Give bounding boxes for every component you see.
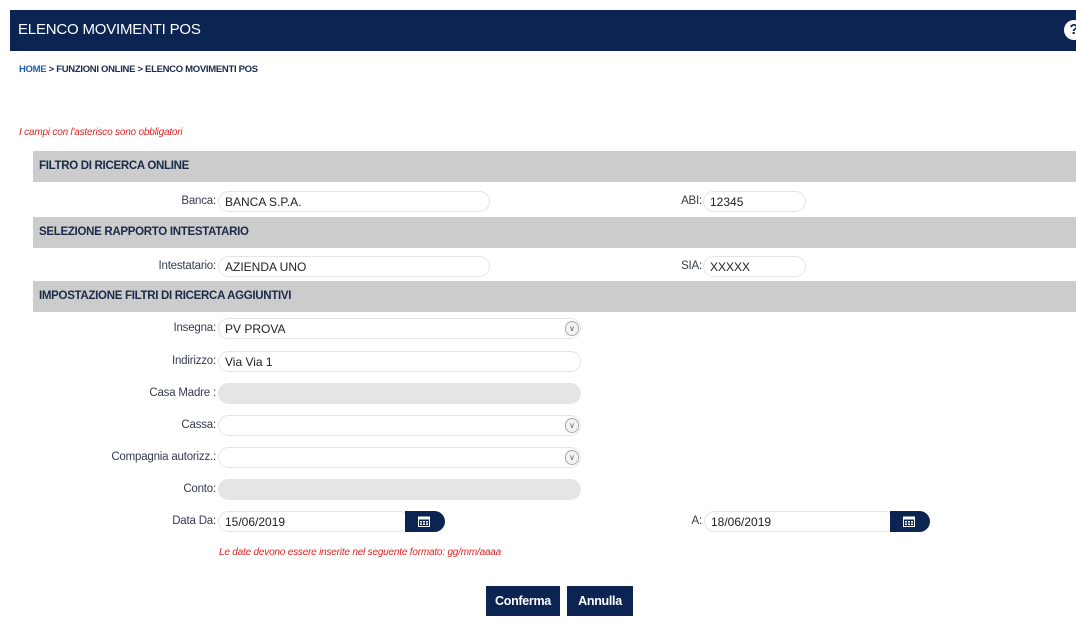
- section-title: IMPOSTAZIONE FILTRI DI RICERCA AGGIUNTIV…: [39, 290, 292, 302]
- compagnia-select[interactable]: ∨: [218, 447, 581, 468]
- conferma-button[interactable]: Conferma: [486, 586, 560, 616]
- cassa-select[interactable]: ∨: [218, 415, 581, 436]
- calendar-icon: [418, 516, 430, 527]
- compagnia-label: Compagnia autorizz.:: [111, 451, 216, 463]
- banca-label: Banca:: [181, 195, 216, 207]
- date-format-note: Le date devono essere inserite nel segue…: [219, 547, 502, 558]
- data-a-calendar-button[interactable]: [890, 511, 930, 532]
- cassa-label: Cassa:: [181, 419, 216, 431]
- abi-label: ABI:: [681, 195, 702, 207]
- sia-field[interactable]: XXXXX: [703, 256, 806, 277]
- help-icon[interactable]: ?: [1064, 20, 1076, 40]
- breadcrumb-path: > FUNZIONI ONLINE > ELENCO MOVIMENTI POS: [46, 64, 258, 75]
- section-filtri-aggiuntivi: IMPOSTAZIONE FILTRI DI RICERCA AGGIUNTIV…: [33, 281, 1076, 312]
- banca-field[interactable]: BANCA S.P.A.: [218, 191, 490, 212]
- section-title: SELEZIONE RAPPORTO INTESTATARIO: [39, 226, 249, 238]
- sia-label: SIA:: [681, 260, 702, 272]
- annulla-button[interactable]: Annulla: [567, 586, 633, 616]
- insegna-label: Insegna:: [173, 322, 216, 334]
- casa-madre-field: [218, 383, 581, 404]
- insegna-value: PV PROVA: [225, 322, 286, 336]
- data-a-label: A:: [691, 515, 703, 527]
- intestatario-field[interactable]: AZIENDA UNO: [218, 256, 490, 277]
- chevron-down-icon[interactable]: ∨: [565, 418, 579, 433]
- conto-field: [218, 479, 581, 500]
- data-da-calendar-button[interactable]: [405, 511, 445, 532]
- calendar-icon: [903, 516, 915, 527]
- data-da-field[interactable]: 15/06/2019: [218, 511, 410, 532]
- chevron-down-icon[interactable]: ∨: [565, 450, 579, 465]
- data-a-field[interactable]: 18/06/2019: [704, 511, 896, 532]
- abi-field[interactable]: 12345: [703, 191, 806, 212]
- section-filtro-ricerca: FILTRO DI RICERCA ONLINE: [33, 151, 1076, 182]
- insegna-select[interactable]: PV PROVA ∨: [218, 318, 581, 339]
- casa-madre-label: Casa Madre :: [149, 387, 216, 399]
- indirizzo-field[interactable]: Via Via 1: [218, 351, 581, 372]
- breadcrumb: HOME > FUNZIONI ONLINE > ELENCO MOVIMENT…: [19, 64, 258, 75]
- page-title: ELENCO MOVIMENTI POS: [18, 21, 201, 38]
- indirizzo-label: Indirizzo:: [171, 355, 216, 367]
- intestatario-label: Intestatario:: [158, 260, 217, 272]
- section-title: FILTRO DI RICERCA ONLINE: [39, 160, 189, 172]
- conto-label: Conto:: [183, 483, 216, 495]
- required-fields-note: I campi con l'asterisco sono obbligatori: [19, 127, 183, 138]
- section-rapporto-intestatario: SELEZIONE RAPPORTO INTESTATARIO: [33, 217, 1076, 248]
- chevron-down-icon[interactable]: ∨: [565, 321, 579, 336]
- breadcrumb-home-link[interactable]: HOME: [19, 64, 47, 75]
- page-header: ELENCO MOVIMENTI POS ?: [10, 10, 1076, 51]
- data-da-label: Data Da:: [172, 515, 216, 527]
